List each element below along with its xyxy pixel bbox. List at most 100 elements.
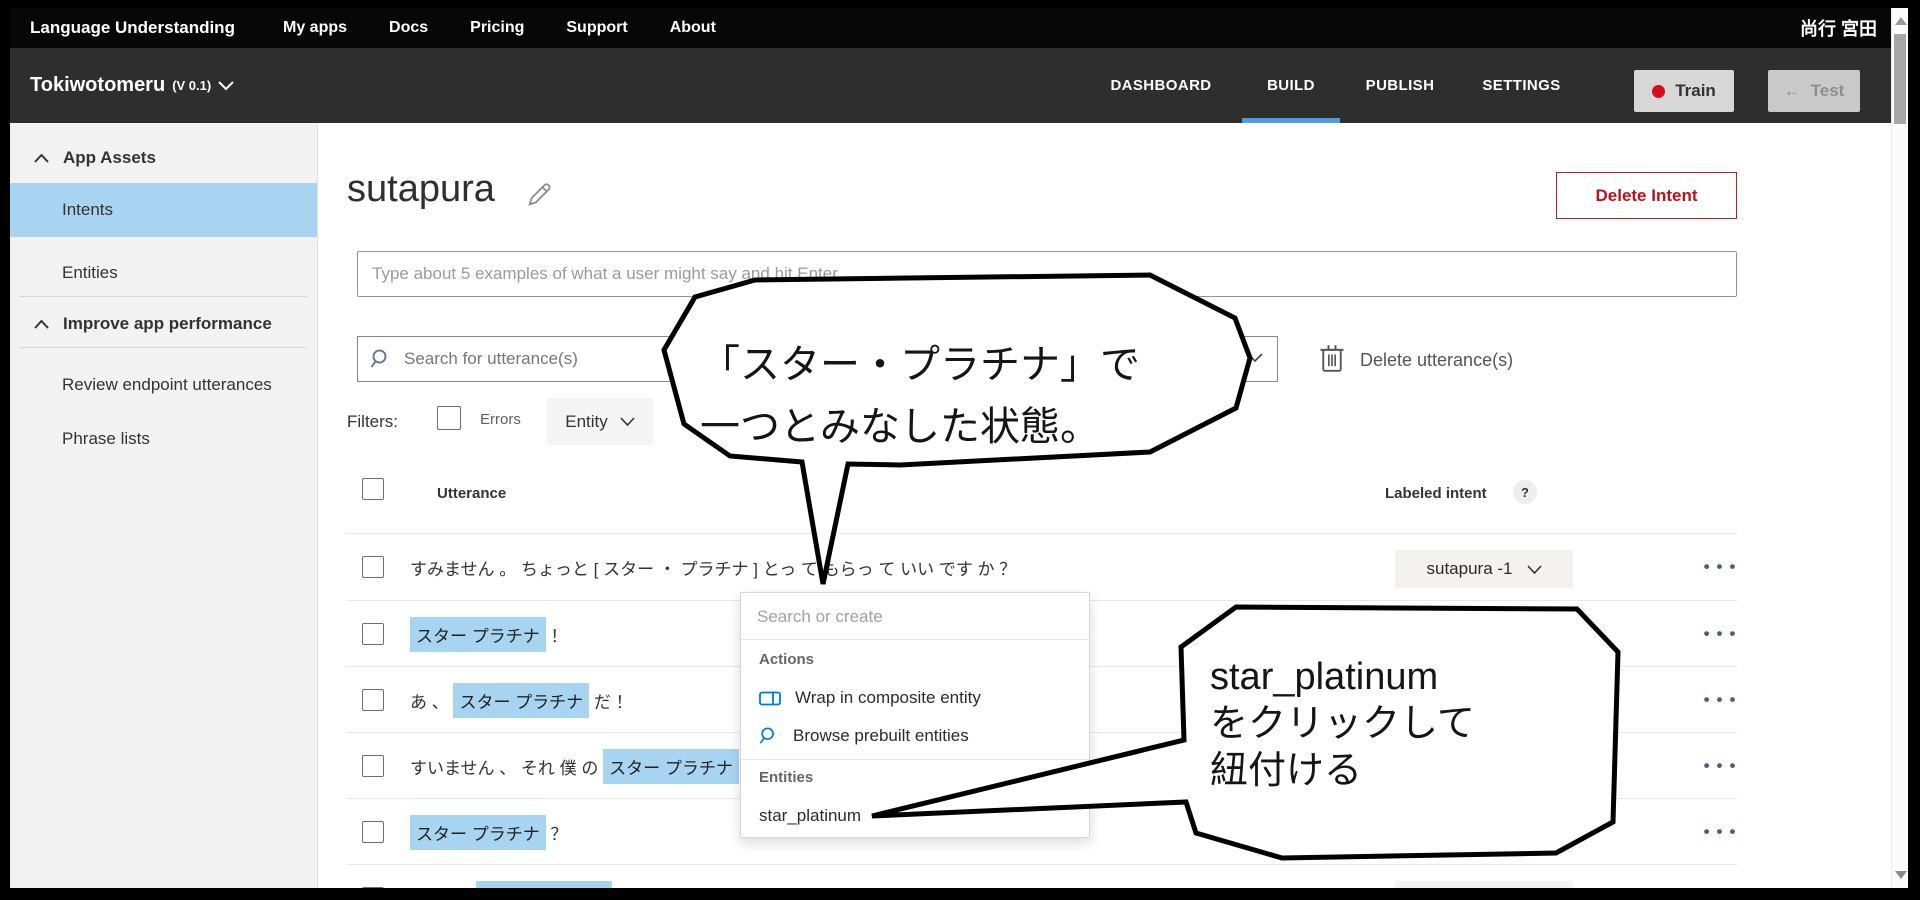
entities-section-header: Entities	[759, 769, 814, 786]
example-utterance-input[interactable]	[357, 251, 1737, 297]
row-checkbox[interactable]	[362, 755, 384, 777]
entity-highlight[interactable]: スター プラチナ	[603, 748, 739, 784]
select-all-checkbox[interactable]	[362, 478, 384, 500]
example-input-wrap	[357, 251, 1737, 297]
actions-section-header: Actions	[759, 651, 815, 668]
top-navigation-bar: Language Understanding My apps Docs Pric…	[10, 8, 1891, 48]
sidebar-item-phrase-lists[interactable]: Phrase lists	[10, 417, 317, 461]
utterance-text: スター プラチナ ！	[410, 601, 567, 667]
scroll-down-arrow-icon[interactable]	[1895, 871, 1907, 879]
nav-item-my-apps[interactable]: My apps	[283, 19, 347, 37]
row-checkbox[interactable]	[362, 689, 384, 711]
utterance-column-header: Utterance	[437, 485, 507, 502]
labeled-intent-dropdown[interactable]: sutapura -1	[1395, 749, 1573, 787]
nav-item-docs[interactable]: Docs	[389, 19, 428, 37]
train-status-dot-icon	[1652, 84, 1666, 98]
sidebar-item-entities[interactable]: Entities	[10, 251, 317, 295]
utterance-search-input[interactable]	[404, 337, 768, 381]
labeled-intent-dropdown[interactable]: sutapura -1	[1395, 881, 1573, 888]
row-checkbox[interactable]	[362, 556, 384, 578]
errors-filter-checkbox[interactable]	[437, 406, 461, 430]
app-name: Tokiwotomeru	[30, 74, 166, 96]
chevron-up-icon	[34, 153, 49, 163]
labeled-intent-help-badge[interactable]: ?	[1513, 480, 1537, 504]
tab-settings[interactable]: SETTINGS	[1474, 48, 1569, 123]
utterance-text: あ 、 スター プラチナ だ ！	[410, 667, 633, 733]
labeled-intent-dropdown[interactable]: sutapura -1	[1395, 683, 1573, 721]
sidebar-divider	[20, 347, 307, 348]
labeled-intent-dropdown[interactable]: sutapura -1	[1395, 617, 1573, 655]
row-menu-button[interactable]: •••	[1688, 799, 1758, 865]
page-title: sutapura	[347, 168, 495, 210]
utterance-text: すいません 、 それ 僕 の スター プラチナ	[410, 733, 739, 799]
tab-publish[interactable]: PUBLISH	[1359, 48, 1441, 123]
chevron-down-icon	[1526, 564, 1542, 574]
app-bar: Tokiwotomeru (V 0.1) DASHBOARD BUILD PUB…	[10, 48, 1891, 123]
chevron-down-icon	[1526, 763, 1542, 773]
nav-item-support[interactable]: Support	[566, 19, 627, 37]
utterance-text: スター プラチナ ？	[410, 799, 567, 865]
tab-build[interactable]: BUILD	[1242, 48, 1340, 123]
entity-search-input[interactable]	[757, 602, 1067, 632]
menu-item-star-platinum[interactable]: star_platinum	[741, 799, 1089, 833]
sidebar-section-app-assets[interactable]: App Assets	[10, 139, 317, 177]
delete-intent-button[interactable]: Delete Intent	[1556, 172, 1737, 219]
labeled-intent-dropdown[interactable]: sutapura -1	[1395, 815, 1573, 853]
filters-label: Filters:	[347, 412, 398, 431]
back-arrow-icon: ←	[1783, 81, 1801, 100]
entity-filter-button[interactable]: Entity	[547, 398, 653, 445]
row-checkbox[interactable]	[362, 623, 384, 645]
sidebar-item-intents[interactable]: Intents	[10, 183, 317, 237]
labeled-intent-dropdown[interactable]: sutapura -1	[1395, 550, 1573, 588]
utterance-text: すみません 。 ちょっと [ スター ・ プラチナ ] とっ て もらっ て い…	[410, 559, 1017, 579]
table-row: すみません 。 ちょっと [ スター ・ プラチナ ] とっ て もらっ て い…	[10, 534, 1891, 600]
scroll-up-arrow-icon[interactable]	[1895, 17, 1907, 25]
menu-divider	[741, 759, 1089, 760]
app-window: Language Understanding My apps Docs Pric…	[10, 8, 1908, 888]
row-checkbox[interactable]	[362, 821, 384, 843]
row-checkbox[interactable]	[362, 887, 384, 888]
entity-highlight[interactable]: スター プラチナ	[410, 814, 546, 850]
vertical-scrollbar	[1891, 8, 1908, 888]
sidebar-item-review-endpoint-utterances[interactable]: Review endpoint utterances	[10, 363, 317, 407]
entity-highlight[interactable]: スター プラチナ	[453, 682, 590, 718]
tab-dashboard[interactable]: DASHBOARD	[1104, 48, 1218, 123]
table-row: スター プラチナ sutapura -1	[10, 865, 1891, 888]
errors-filter-label: Errors	[480, 411, 521, 428]
search-icon	[759, 727, 774, 744]
delete-utterances-button[interactable]: Delete utterance(s)	[1360, 350, 1513, 371]
nav-item-pricing[interactable]: Pricing	[470, 19, 524, 37]
trash-icon[interactable]	[1318, 342, 1346, 374]
train-button[interactable]: Train	[1634, 70, 1734, 112]
entity-context-menu: Actions Wrap in composite entity Browse …	[740, 592, 1090, 838]
sidebar-divider	[20, 296, 307, 297]
nav-item-about[interactable]: About	[670, 19, 716, 37]
app-version: (V 0.1)	[172, 78, 212, 93]
chevron-down-icon	[1526, 631, 1542, 641]
scrollbar-thumb[interactable]	[1894, 34, 1906, 124]
utterance-text: スター プラチナ	[410, 865, 612, 888]
chevron-down-icon	[1526, 697, 1542, 707]
chevron-down-icon	[1247, 353, 1263, 363]
row-menu-button[interactable]: •••	[1688, 601, 1758, 667]
row-menu-button[interactable]: •••	[1688, 667, 1758, 733]
menu-item-wrap-composite[interactable]: Wrap in composite entity	[741, 679, 1089, 717]
search-icon	[370, 349, 387, 368]
top-nav-menu: My apps Docs Pricing Support About	[283, 8, 716, 48]
test-button[interactable]: ← Test	[1768, 70, 1860, 112]
edit-pencil-icon[interactable]	[524, 180, 554, 210]
user-name[interactable]: 尚行 宮田	[1800, 8, 1877, 48]
row-menu-button[interactable]: •••	[1688, 733, 1758, 799]
sidebar-section-improve-performance[interactable]: Improve app performance	[10, 305, 317, 343]
app-selector[interactable]: Tokiwotomeru (V 0.1)	[30, 48, 234, 123]
row-menu-button[interactable]: •••	[1688, 534, 1758, 600]
menu-divider	[741, 639, 1089, 640]
composite-entity-icon	[759, 691, 781, 705]
entity-highlight[interactable]: スター プラチナ	[476, 880, 612, 888]
menu-item-browse-prebuilt[interactable]: Browse prebuilt entities	[741, 717, 1089, 755]
brand-link[interactable]: Language Understanding	[30, 8, 235, 48]
intent-filter-dropdown[interactable]	[792, 336, 1278, 382]
labeled-intent-column-header: Labeled intent	[1385, 485, 1487, 502]
entity-highlight[interactable]: スター プラチナ	[410, 616, 546, 652]
chevron-up-icon	[34, 319, 49, 329]
